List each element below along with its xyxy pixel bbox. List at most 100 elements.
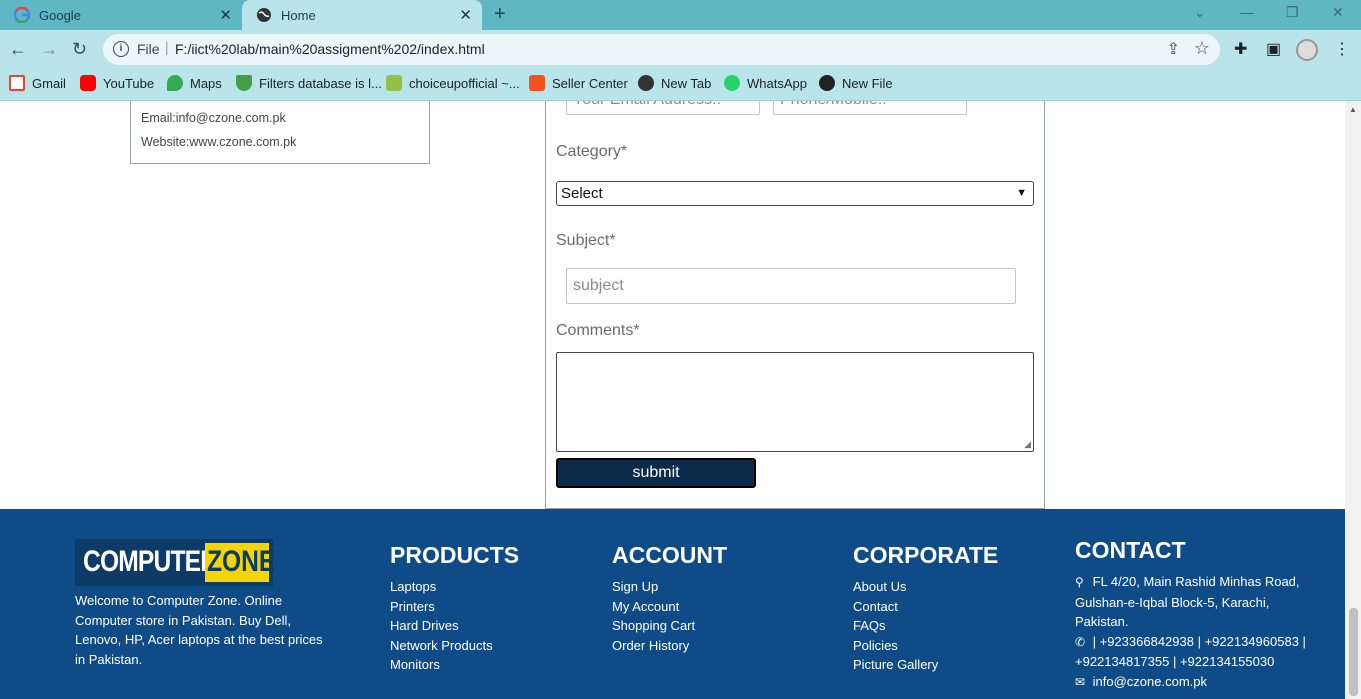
footer-link-policies[interactable]: Policies xyxy=(853,636,938,656)
bookmark-label: choiceupofficial ~... xyxy=(409,75,520,91)
bookmark-youtube[interactable]: YouTube xyxy=(80,75,154,91)
contact-email[interactable]: info@czone.com.pk xyxy=(1093,674,1207,689)
bookmark-label: New File xyxy=(842,75,893,91)
new-tab-button[interactable]: + xyxy=(494,3,506,26)
extensions-icon[interactable]: ✚ xyxy=(1234,39,1247,59)
bookmark-filters-database[interactable]: Filters database is l... xyxy=(236,75,382,91)
resize-grip-icon[interactable]: ◢ xyxy=(1024,439,1031,450)
url-scheme: File xyxy=(137,41,160,57)
footer-link-contact[interactable]: Contact xyxy=(853,597,938,617)
gmail-icon xyxy=(9,75,25,91)
products-list: Laptops Printers Hard Drives Network Pro… xyxy=(390,577,493,675)
footer-link-picture-gallery[interactable]: Picture Gallery xyxy=(853,655,938,675)
menu-icon[interactable]: ⋮ xyxy=(1334,39,1350,59)
contact-phones: | +923366842938 | +922134960583 | +92213… xyxy=(1075,633,1306,670)
bookmark-choiceupofficial[interactable]: choiceupofficial ~... xyxy=(386,75,520,91)
envelope-icon: ✉ xyxy=(1075,674,1086,689)
tab-search-icon[interactable]: ⌄ xyxy=(1194,4,1206,21)
window-close-icon[interactable]: ✕ xyxy=(1332,4,1344,21)
bookmark-new-file[interactable]: New File xyxy=(819,75,893,91)
footer-link-shopping-cart[interactable]: Shopping Cart xyxy=(612,616,695,636)
close-icon[interactable]: ✕ xyxy=(219,6,232,24)
minimize-icon[interactable]: — xyxy=(1240,4,1254,20)
footer-link-network-products[interactable]: Network Products xyxy=(390,636,493,656)
close-icon[interactable]: ✕ xyxy=(459,6,472,24)
bookmark-label: YouTube xyxy=(103,75,155,91)
account-list: Sign Up My Account Shopping Cart Order H… xyxy=(612,577,695,655)
bookmark-gmail[interactable]: Gmail xyxy=(9,75,66,91)
footer-link-monitors[interactable]: Monitors xyxy=(390,655,493,675)
seller-center-icon xyxy=(529,75,545,91)
url-separator: | xyxy=(165,39,169,55)
browser-toolbar: ← → ↻ i File | F:/iict%20lab/main%20assi… xyxy=(0,30,1361,70)
logo-badge: ZONE xyxy=(205,543,275,582)
phone-icon: ✆ xyxy=(1075,634,1086,649)
shopify-icon xyxy=(386,75,402,91)
info-icon[interactable]: i xyxy=(113,41,129,57)
comments-textarea[interactable]: ◢ xyxy=(556,352,1034,452)
google-g-icon xyxy=(14,7,30,23)
store-info-box: Email:info@czone.com.pk Website:www.czon… xyxy=(130,101,430,164)
bookmark-maps[interactable]: Maps xyxy=(167,75,222,91)
corporate-list: About Us Contact FAQs Policies Picture G… xyxy=(853,577,938,675)
contact-email-row: ✉ info@czone.com.pk xyxy=(1075,672,1315,693)
address-bar[interactable]: i File | F:/iict%20lab/main%20assigment%… xyxy=(103,34,1220,65)
bookmark-whatsapp[interactable]: WhatsApp xyxy=(724,75,807,91)
restore-icon[interactable]: ❐ xyxy=(1286,4,1299,21)
page-viewport: Email:info@czone.com.pk Website:www.czon… xyxy=(0,101,1361,699)
bookmark-new-tab[interactable]: New Tab xyxy=(638,75,711,91)
footer-link-printers[interactable]: Printers xyxy=(390,597,493,617)
reload-icon[interactable]: ↻ xyxy=(72,39,87,60)
comments-label: Comments* xyxy=(556,322,640,339)
footer-link-order-history[interactable]: Order History xyxy=(612,636,695,656)
contact-address-row: ⚲ FL 4/20, Main Rashid Minhas Road, Guls… xyxy=(1075,572,1315,632)
vertical-scrollbar[interactable]: ▲ xyxy=(1345,101,1361,699)
email-field[interactable]: Your Email Address.. xyxy=(566,101,760,115)
footer-link-sign-up[interactable]: Sign Up xyxy=(612,577,695,597)
youtube-icon xyxy=(80,75,96,91)
bookmark-label: Seller Center xyxy=(552,75,628,91)
subject-label: Subject* xyxy=(556,232,616,249)
site-footer: COMPUTER ZONE Welcome to Computer Zone. … xyxy=(0,509,1345,699)
globe-icon xyxy=(638,75,654,91)
url-text[interactable]: F:/iict%20lab/main%20assigment%202/index… xyxy=(175,41,485,57)
logo-text-left: COMPUTER xyxy=(83,545,218,578)
contact-phone-row: ✆ | +923366842938 | +922134960583 | +922… xyxy=(1075,632,1315,672)
phone-field[interactable]: Phone/Mobile.. xyxy=(773,101,967,115)
bookmark-label: Maps xyxy=(190,75,222,91)
corporate-heading: CORPORATE xyxy=(853,542,999,568)
footer-link-hard-drives[interactable]: Hard Drives xyxy=(390,616,493,636)
footer-link-my-account[interactable]: My Account xyxy=(612,597,695,617)
avatar[interactable] xyxy=(1296,39,1318,61)
bookmark-label: Filters database is l... xyxy=(259,75,382,91)
logo-text-right: ZONE xyxy=(207,545,276,578)
category-label: Category* xyxy=(556,143,628,160)
footer-link-faqs[interactable]: FAQs xyxy=(853,616,938,636)
category-select[interactable]: Select ▼ xyxy=(556,181,1034,206)
footer-link-about-us[interactable]: About Us xyxy=(853,577,938,597)
bookmark-seller-center[interactable]: Seller Center xyxy=(529,75,628,91)
bookmark-label: New Tab xyxy=(661,75,712,91)
globe-icon xyxy=(257,8,271,22)
tab-home[interactable]: Home ✕ xyxy=(242,0,482,30)
tab-google[interactable]: Google ✕ xyxy=(0,0,242,30)
contact-form: Your Email Address.. Phone/Mobile.. Cate… xyxy=(545,101,1045,509)
bookmarks-bar: Gmail YouTube Maps Filters database is l… xyxy=(0,70,1361,101)
computer-zone-logo[interactable]: COMPUTER ZONE xyxy=(75,539,275,586)
chevron-down-icon: ▼ xyxy=(1016,187,1027,199)
github-icon xyxy=(819,75,835,91)
bookmark-star-icon[interactable]: ☆ xyxy=(1194,38,1210,59)
scrollbar-thumb[interactable] xyxy=(1349,608,1358,696)
maps-icon xyxy=(167,75,183,91)
footer-link-laptops[interactable]: Laptops xyxy=(390,577,493,597)
bookmark-label: WhatsApp xyxy=(747,75,807,91)
share-icon[interactable]: ⇪ xyxy=(1167,39,1180,59)
tab-strip: Google ✕ Home ✕ + ⌄ — ❐ ✕ xyxy=(0,0,1361,30)
side-panel-icon[interactable]: ▣ xyxy=(1266,39,1281,59)
subject-input[interactable]: subject xyxy=(566,268,1016,304)
submit-button[interactable]: submit xyxy=(556,458,756,488)
back-icon[interactable]: ← xyxy=(9,39,27,60)
forward-icon[interactable]: → xyxy=(40,39,58,60)
scroll-up-icon[interactable]: ▲ xyxy=(1349,105,1357,114)
category-selected-value: Select xyxy=(561,185,603,202)
